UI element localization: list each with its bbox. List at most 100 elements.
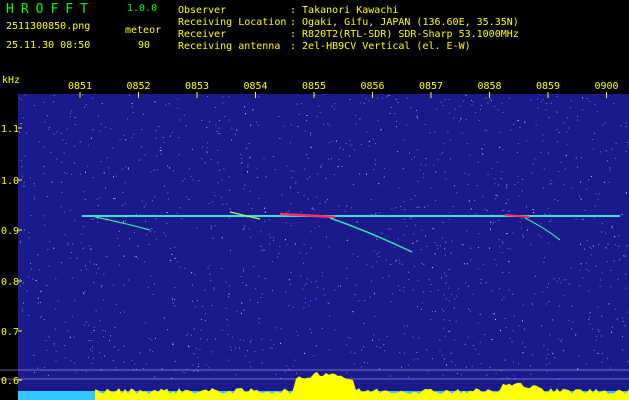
- noise-speck: [222, 102, 224, 104]
- noise-speck: [214, 195, 216, 197]
- noise-speck: [93, 263, 95, 265]
- noise-speck: [355, 123, 357, 125]
- noise-speck: [103, 172, 105, 174]
- noise-speck: [560, 340, 562, 342]
- noise-speck: [601, 315, 603, 317]
- noise-speck: [430, 319, 432, 320]
- noise-speck: [543, 168, 545, 170]
- noise-speck: [614, 157, 616, 159]
- noise-speck: [530, 373, 532, 375]
- noise-speck: [449, 212, 451, 214]
- noise-speck: [74, 220, 76, 222]
- noise-speck: [236, 311, 238, 313]
- noise-speck: [211, 305, 213, 306]
- noise-speck: [582, 218, 584, 220]
- noise-speck: [412, 336, 414, 338]
- noise-speck: [492, 313, 494, 315]
- noise-speck: [145, 203, 147, 205]
- noise-speck: [214, 106, 216, 108]
- noise-speck: [306, 283, 308, 285]
- noise-speck: [219, 120, 221, 122]
- noise-speck: [531, 302, 533, 304]
- noise-speck: [468, 308, 470, 310]
- noise-speck: [179, 119, 180, 121]
- noise-speck: [177, 261, 179, 263]
- noise-speck: [559, 278, 560, 279]
- noise-speck: [311, 207, 313, 209]
- noise-speck: [445, 178, 447, 180]
- noise-speck: [596, 111, 598, 113]
- time-tick-label: 0859: [536, 81, 560, 92]
- noise-speck: [66, 173, 68, 174]
- noise-speck: [116, 175, 118, 177]
- noise-speck: [28, 232, 30, 234]
- noise-speck: [522, 304, 524, 306]
- noise-speck: [477, 268, 479, 270]
- noise-speck: [150, 231, 152, 233]
- noise-speck: [88, 324, 90, 326]
- noise-speck: [234, 133, 236, 135]
- noise-speck: [611, 148, 613, 150]
- noise-speck: [53, 342, 55, 344]
- noise-speck: [114, 327, 116, 329]
- noise-speck: [505, 202, 507, 204]
- noise-speck: [30, 268, 32, 270]
- noise-speck: [102, 330, 104, 332]
- noise-speck: [609, 169, 611, 171]
- noise-speck: [605, 232, 607, 234]
- noise-speck: [361, 349, 363, 351]
- noise-speck: [295, 242, 296, 244]
- noise-speck: [327, 301, 329, 303]
- noise-speck: [399, 289, 401, 291]
- noise-speck: [235, 347, 236, 349]
- noise-speck: [167, 192, 169, 194]
- noise-speck: [167, 329, 169, 331]
- noise-speck: [245, 355, 247, 357]
- noise-speck: [159, 150, 161, 151]
- noise-speck: [470, 311, 471, 313]
- noise-speck: [62, 139, 64, 141]
- noise-speck: [546, 364, 548, 366]
- noise-speck: [499, 146, 501, 148]
- noise-speck: [214, 225, 216, 227]
- noise-speck: [618, 235, 620, 237]
- noise-speck: [568, 320, 570, 322]
- noise-speck: [483, 143, 485, 145]
- noise-speck: [334, 103, 336, 105]
- noise-speck: [53, 94, 55, 96]
- noise-speck: [44, 121, 46, 123]
- noise-speck: [291, 177, 293, 178]
- noise-speck: [399, 263, 401, 265]
- noise-speck: [37, 367, 39, 369]
- noise-speck: [561, 338, 563, 340]
- noise-speck: [228, 359, 230, 361]
- antenna-value: : 2el-HB9CV Vertical (el. E-W): [290, 41, 471, 52]
- noise-speck: [260, 250, 262, 252]
- noise-speck: [174, 246, 176, 248]
- noise-speck: [174, 299, 176, 300]
- noise-speck: [501, 377, 503, 379]
- noise-speck: [167, 165, 169, 167]
- noise-speck: [245, 148, 247, 150]
- noise-speck: [319, 111, 321, 113]
- noise-speck: [172, 299, 174, 301]
- noise-speck: [90, 340, 92, 342]
- noise-speck: [446, 364, 447, 366]
- noise-speck: [155, 238, 157, 240]
- noise-speck: [165, 235, 167, 237]
- noise-speck: [258, 318, 260, 320]
- noise-speck: [70, 360, 72, 362]
- noise-speck: [48, 265, 50, 267]
- noise-speck: [552, 352, 554, 354]
- noise-speck: [495, 264, 497, 266]
- noise-speck: [443, 143, 445, 145]
- noise-speck: [578, 285, 580, 287]
- noise-speck: [141, 129, 143, 131]
- noise-speck: [105, 126, 107, 128]
- noise-speck: [501, 370, 502, 372]
- noise-speck: [499, 246, 501, 248]
- noise-speck: [534, 158, 536, 160]
- noise-speck: [617, 278, 619, 280]
- noise-speck: [249, 157, 250, 159]
- noise-speck: [263, 249, 265, 251]
